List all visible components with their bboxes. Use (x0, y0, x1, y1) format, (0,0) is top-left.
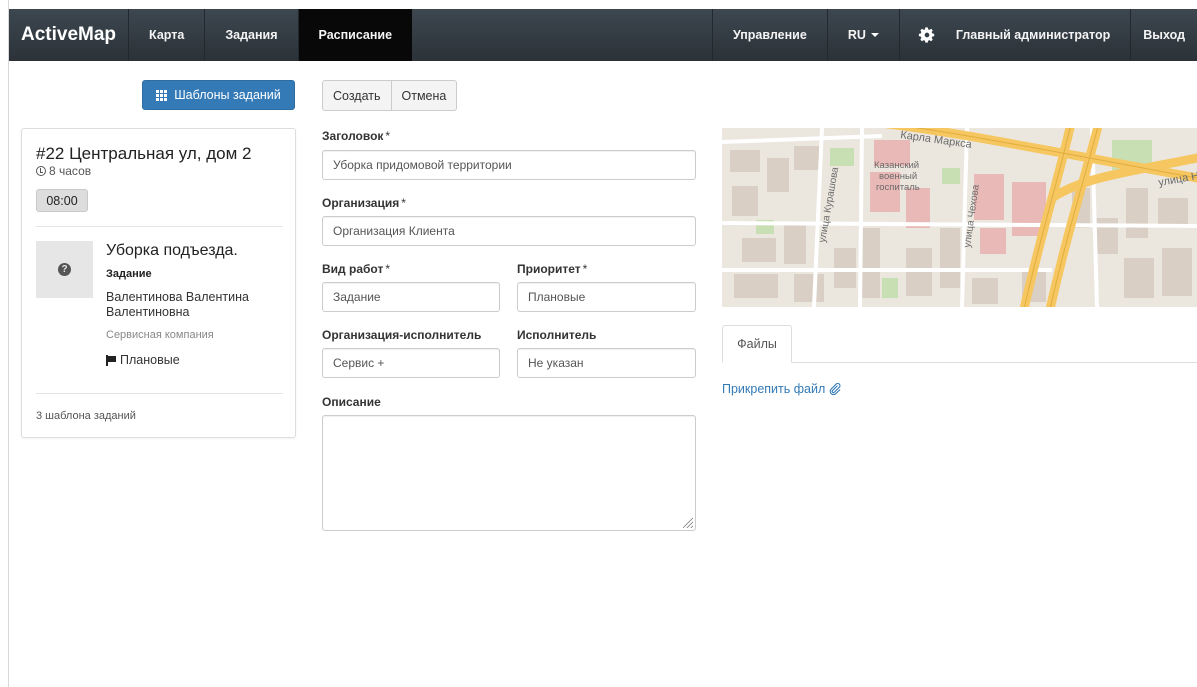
nav-item-map[interactable]: Карта (129, 9, 204, 61)
task-assignee: Валентинова Валентина Валентиновна (106, 290, 249, 319)
nav-item-management[interactable]: Управление (713, 9, 827, 61)
priority-input[interactable]: Плановые (517, 282, 696, 312)
task-name[interactable]: Уборка подъезда. (106, 242, 238, 260)
language-dropdown[interactable]: RU (828, 9, 899, 61)
work-type-label: Вид работ * (322, 262, 390, 276)
question-icon: ? (58, 263, 71, 276)
window-frame (0, 0, 9, 687)
location-map[interactable]: Карла Маркса улица Н Казанский военный г… (722, 128, 1197, 307)
executor-input[interactable]: Не указан (517, 348, 696, 378)
flag-icon (106, 354, 116, 366)
create-button[interactable]: Создать (322, 80, 392, 111)
time-badge[interactable]: 08:00 (36, 189, 88, 212)
divider (36, 393, 283, 394)
attach-file-label: Прикрепить файл (722, 382, 826, 396)
cancel-button[interactable]: Отмена (391, 80, 458, 111)
task-company: Сервисная компания (106, 329, 214, 341)
task-priority: Плановые (106, 353, 180, 367)
organization-input[interactable]: Организация Клиента (322, 216, 696, 246)
nav-item-schedule[interactable]: Расписание (298, 9, 413, 61)
gear-icon (918, 27, 935, 43)
language-label: RU (847, 28, 866, 42)
clock-icon (36, 166, 46, 176)
map-label-hospital-3: госпиталь (876, 182, 920, 193)
map-canvas: Карла Маркса улица Н Казанский военный г… (722, 128, 1197, 307)
work-type-input[interactable]: Задание (322, 282, 500, 312)
tab-files[interactable]: Файлы (722, 325, 792, 363)
templates-count: 3 шаблона заданий (36, 410, 136, 422)
logout-link[interactable]: Выход (1131, 9, 1197, 61)
form-actions: Создать Отмена (322, 80, 458, 111)
user-menu[interactable]: Главный администратор (948, 9, 1130, 61)
map-label-hospital-1: Казанский (874, 160, 919, 171)
caret-down-icon (870, 33, 879, 37)
settings-button[interactable] (900, 9, 948, 61)
description-textarea[interactable] (322, 415, 696, 531)
priority-label: Приоритет * (517, 262, 588, 276)
task-priority-text: Плановые (120, 353, 180, 367)
top-navbar: ActiveMap Карта Задания Расписание Управ… (9, 9, 1197, 61)
organization-label: Организация * (322, 196, 406, 210)
card-title: #22 Центральная ул, дом 2 (36, 144, 252, 163)
title-label: Заголовок * (322, 129, 391, 143)
resize-handle-icon[interactable] (683, 518, 693, 528)
map-label-hospital-2: военный (879, 171, 917, 182)
grid-icon (156, 89, 168, 101)
task-type: Задание (106, 268, 152, 280)
executor-org-label: Организация-исполнитель (322, 328, 482, 342)
paperclip-icon (830, 383, 841, 395)
divider (36, 226, 283, 227)
duration-text: 8 часов (49, 164, 92, 178)
attach-file-link[interactable]: Прикрепить файл (722, 382, 841, 396)
task-thumbnail[interactable]: ? (36, 241, 93, 298)
title-input[interactable]: Уборка придомовой территории (322, 150, 696, 180)
files-tabs: Файлы (722, 325, 1197, 363)
card-duration: 8 часов (36, 164, 91, 178)
executor-org-input[interactable]: Сервис + (322, 348, 500, 378)
task-templates-button[interactable]: Шаблоны заданий (142, 80, 295, 110)
task-templates-label: Шаблоны заданий (174, 88, 281, 102)
nav-item-tasks[interactable]: Задания (205, 9, 297, 61)
brand-logo[interactable]: ActiveMap (9, 9, 128, 61)
description-label: Описание (322, 395, 381, 409)
template-card: #22 Центральная ул, дом 2 8 часов 08:00 … (21, 128, 296, 438)
executor-label: Исполнитель (517, 328, 597, 342)
